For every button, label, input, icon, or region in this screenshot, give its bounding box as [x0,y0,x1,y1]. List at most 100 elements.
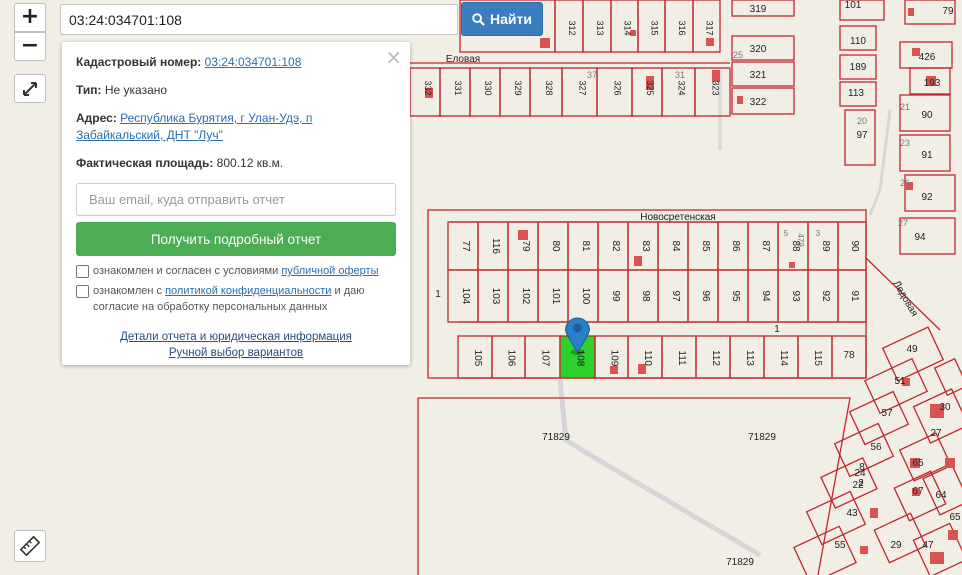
lot-label: 86 [730,240,741,252]
cadastral-label: Кадастровый номер: [76,55,202,69]
fullscreen-button[interactable] [14,74,46,103]
lot-label: 322 [750,97,767,108]
lot-label: 65 [912,458,924,469]
lot-label: 55 [834,540,846,551]
area-label: 71829 [726,557,754,568]
manual-select-link[interactable]: Ручной выбор вариантов [76,345,396,361]
search-button-label: Найти [490,11,532,27]
lot-label: 323 [711,80,721,95]
building [908,8,914,16]
lot-label: 47 [922,540,934,551]
parcel-label: 1 [435,289,441,300]
offer-checkbox[interactable] [76,265,89,278]
street-novosretenskaya: Новосретенская [640,212,715,223]
parcel-label: 5 [784,229,789,238]
parcel[interactable] [793,525,857,575]
lot-label: 43 [846,508,858,519]
parcel[interactable] [933,357,962,397]
close-icon[interactable]: × [385,45,402,69]
lot-label: 110 [642,350,653,366]
parcel-label: 20 [857,116,867,126]
building [945,458,955,468]
cadastral-search-input[interactable] [60,4,458,35]
parcel-label: 90 [921,110,933,121]
lot-label: 326 [613,80,623,95]
building [610,366,618,374]
lot-label: 79 [520,240,531,252]
lot-label: 328 [544,80,554,95]
lot-label: 321 [750,70,767,81]
privacy-checkbox[interactable] [76,285,89,298]
lot-label: 330 [483,80,493,95]
privacy-text: ознакомлен с [93,285,166,297]
parcel-label: 25 [733,50,743,60]
search-button[interactable]: Найти [461,2,543,36]
area-label: 71829 [748,432,776,443]
lot-label: 115 [812,350,823,366]
lot-label: 57 [881,408,893,419]
parcel-label: 1 [774,324,780,335]
lot-label: 332 [423,80,433,95]
lot-label: 116 [490,238,501,254]
lot-label: 107 [540,350,551,367]
lot-label: 313 [595,20,605,35]
offer-consent-text: ознакомлен и согласен с условиями публич… [93,263,379,279]
lot-label: 97 [670,290,681,302]
fullscreen-icon [23,82,37,96]
parcel-label: 21 [900,102,910,112]
lot-label: 92 [820,290,831,302]
zoom-in-button[interactable]: + [14,3,46,32]
lot-label: 2 [858,478,864,489]
lot-label: 84 [670,240,681,252]
parcel-label: 113 [848,88,864,99]
building [706,38,714,46]
get-report-button[interactable]: Получить подробный отчет [76,222,396,256]
lot-label: 331 [453,80,463,95]
email-field[interactable]: Ваш email, куда отправить отчет [76,183,396,216]
parcel-label: 79 [942,6,954,17]
lot-label: 106 [506,350,517,367]
building [737,96,743,104]
search-icon [472,12,485,26]
lot-label: 83 [640,240,651,252]
lot-label: 98 [640,290,651,302]
lot-label: 96 [700,290,711,302]
zoom-out-button[interactable]: − [14,32,46,61]
lot-label: 87 [760,240,771,252]
parcel-label: 23 [900,138,910,148]
parcel-label: 479 [796,233,805,247]
address-row: Адрес: Республика Бурятия, г Улан-Удэ, п… [76,110,396,144]
offer-text: ознакомлен и согласен с условиями [93,265,282,277]
parcel[interactable] [848,390,910,446]
parcel-labels: 312 313 314 315 316 317332 331 330 329 328 327 326 3… [423,0,961,568]
panel-footer-links: Детали отчета и юридическая информация Р… [76,329,396,361]
ruler-button[interactable] [14,530,46,562]
area-value: 800.12 кв.м. [216,156,284,170]
lot-label: 80 [550,240,561,252]
lot-label: 64 [935,490,947,501]
lot-label: 27 [930,428,942,439]
parcel-label: 101 [845,0,862,11]
area-row: Фактическая площадь: 800.12 кв.м. [76,155,396,172]
lot-label: 315 [650,20,660,35]
lot-label: 90 [849,240,860,252]
parcel-label: 26 [900,178,910,188]
parcel[interactable] [899,217,956,255]
parcel-label: 193 [924,78,941,89]
building [948,530,958,540]
offer-link[interactable]: публичной оферты [281,265,378,277]
area-label: Фактическая площадь: [76,156,214,170]
parcel-label: 31 [675,70,685,80]
privacy-consent-text: ознакомлен с политикой конфиденциальност… [93,283,396,315]
lot-label: 105 [472,350,483,367]
building [634,256,642,266]
parcel-label: 91 [921,150,933,161]
lot-label: 104 [460,288,471,305]
cadastral-link[interactable]: 03:24:034701:108 [205,55,302,69]
building [930,552,944,564]
privacy-link[interactable]: политикой конфиденциальности [165,285,331,297]
lot-label: 103 [490,288,501,305]
lot-label: 111 [676,350,687,366]
details-link[interactable]: Детали отчета и юридическая информация [76,329,396,345]
lot-label: 317 [705,20,715,35]
